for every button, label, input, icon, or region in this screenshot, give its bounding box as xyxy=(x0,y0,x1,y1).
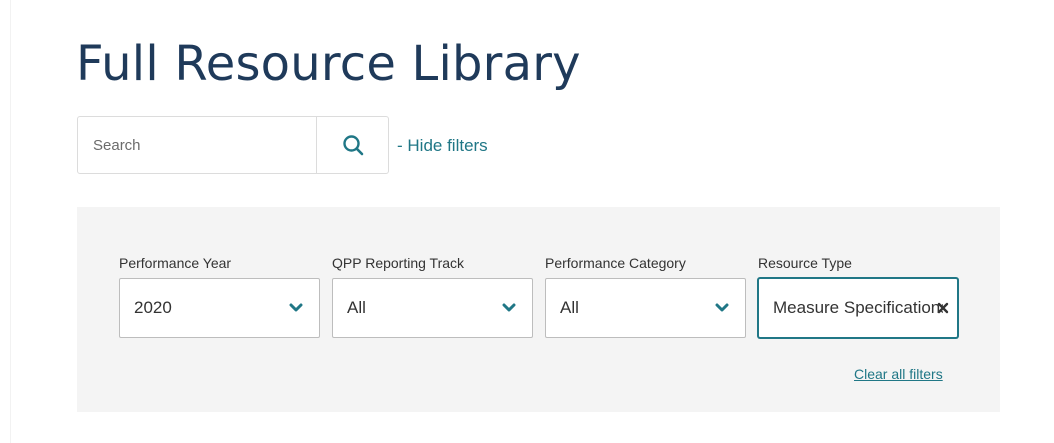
filter-label: Performance Category xyxy=(545,255,686,271)
clear-all-filters-link[interactable]: Clear all filters xyxy=(854,366,943,382)
page-title: Full Resource Library xyxy=(76,36,581,92)
search-button[interactable] xyxy=(316,117,388,173)
chevron-down-icon xyxy=(502,303,516,312)
select-value: All xyxy=(560,298,579,317)
reporting-track-select[interactable]: All xyxy=(332,278,533,338)
resource-type-select[interactable]: Measure Specifications xyxy=(758,278,958,338)
filter-label: Resource Type xyxy=(758,255,852,271)
chevron-down-icon xyxy=(715,303,729,312)
close-icon[interactable] xyxy=(937,302,949,314)
filter-panel: Performance Year 2020 QPP Reporting Trac… xyxy=(77,207,1000,412)
chevron-down-icon xyxy=(289,303,303,312)
page-edge-divider xyxy=(10,0,11,443)
search-icon xyxy=(342,135,363,156)
search-box xyxy=(77,116,389,174)
filter-reporting-track: QPP Reporting Track All xyxy=(332,255,533,338)
filter-resource-type: Resource Type Measure Specifications xyxy=(758,255,958,338)
select-value: 2020 xyxy=(134,298,172,317)
filter-label: QPP Reporting Track xyxy=(332,255,465,271)
performance-year-select[interactable]: 2020 xyxy=(119,278,320,338)
hide-filters-link[interactable]: - Hide filters xyxy=(397,136,488,156)
filter-label: Performance Year xyxy=(119,255,232,271)
performance-category-select[interactable]: All xyxy=(545,278,746,338)
filter-performance-category: Performance Category All xyxy=(545,255,746,338)
select-value: Measure Specifications xyxy=(773,298,943,317)
search-input[interactable] xyxy=(78,117,316,173)
filter-performance-year: Performance Year 2020 xyxy=(119,255,320,338)
select-value: All xyxy=(347,298,366,317)
